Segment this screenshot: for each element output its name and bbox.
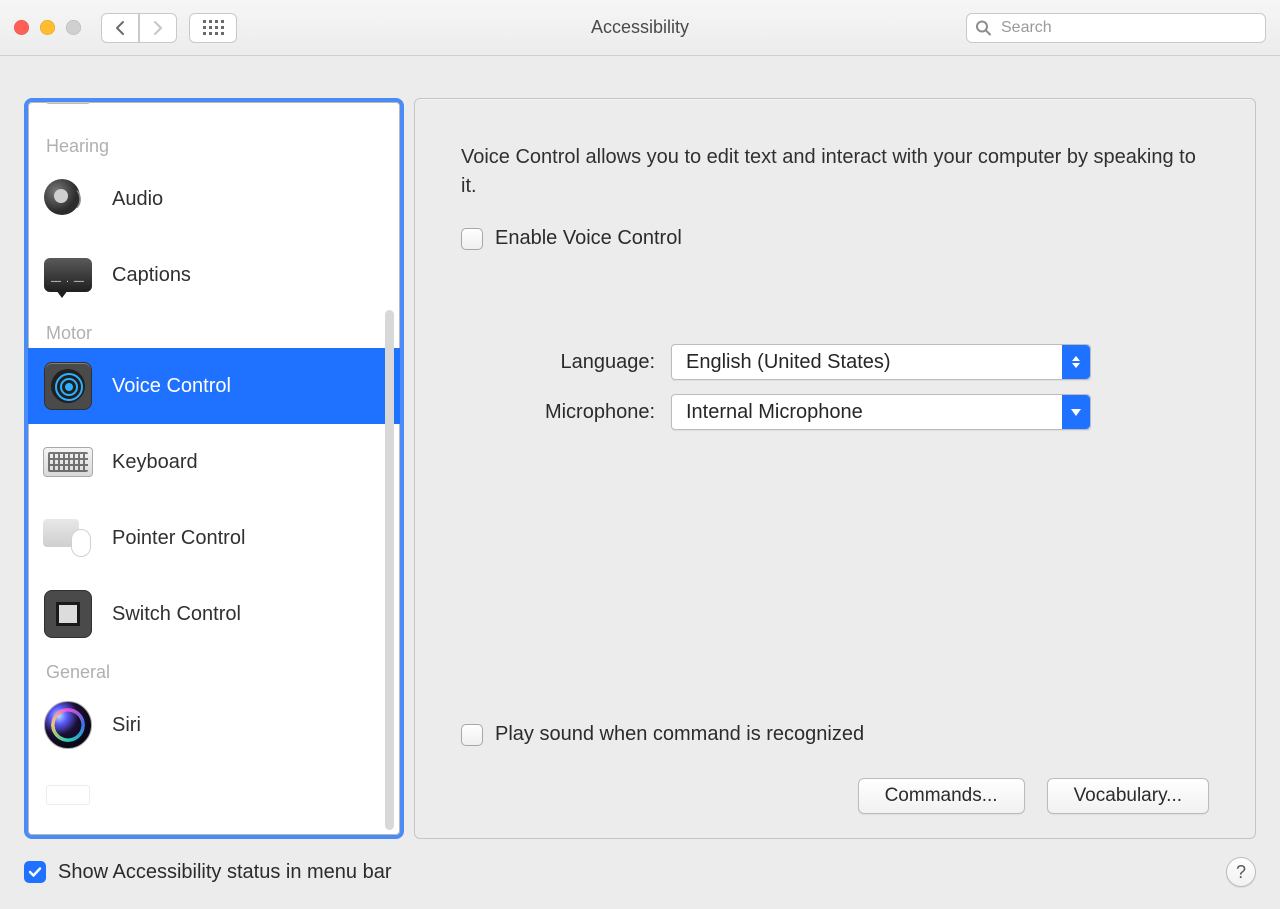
sidebar-item-cutoff[interactable] (28, 102, 400, 126)
sidebar-item-label: Audio (112, 188, 163, 211)
play-sound-row: Play sound when command is recognized (461, 723, 1209, 746)
detail-panel: Voice Control allows you to edit text an… (414, 98, 1256, 839)
sidebar-item-label: Voice Control (112, 375, 231, 398)
sidebar-item-switch-control[interactable]: Switch Control (28, 576, 400, 652)
microphone-label: Microphone: (461, 401, 671, 424)
show-in-menu-bar-checkbox[interactable] (24, 861, 46, 883)
close-window-icon[interactable] (14, 20, 29, 35)
minimize-window-icon[interactable] (40, 20, 55, 35)
sidebar-section-hearing: Hearing (28, 126, 400, 161)
siri-icon (42, 699, 94, 751)
vocabulary-button[interactable]: Vocabulary... (1047, 778, 1209, 814)
switch-control-icon (42, 588, 94, 640)
sidebar: Hearing ) Audio Captions Motor Voice Con… (24, 98, 404, 839)
chevron-right-icon (152, 20, 164, 36)
play-sound-checkbox[interactable] (461, 724, 483, 746)
show-all-button[interactable] (189, 13, 237, 43)
grid-icon (203, 20, 224, 35)
sidebar-item-label: Siri (112, 714, 141, 737)
help-button[interactable]: ? (1226, 857, 1256, 887)
sidebar-item-captions[interactable]: Captions (28, 237, 400, 313)
updown-arrows-icon (1062, 345, 1090, 379)
search-icon (975, 19, 992, 36)
nav-buttons (101, 13, 177, 43)
audio-icon: ) (42, 173, 94, 225)
keyboard-icon (42, 436, 94, 488)
sidebar-item-siri[interactable]: Siri (28, 687, 400, 763)
language-row: Language: English (United States) (461, 344, 1209, 380)
sidebar-section-motor: Motor (28, 313, 400, 348)
sidebar-scroll[interactable]: Hearing ) Audio Captions Motor Voice Con… (28, 102, 400, 835)
footer: Show Accessibility status in menu bar ? (0, 857, 1280, 909)
sidebar-item-label: Switch Control (112, 603, 241, 626)
enable-voice-control-label: Enable Voice Control (495, 227, 682, 250)
forward-button[interactable] (139, 13, 177, 43)
form-area: Language: English (United States) Microp… (461, 330, 1209, 430)
enable-voice-control-checkbox[interactable] (461, 228, 483, 250)
back-button[interactable] (101, 13, 139, 43)
pointer-control-icon (42, 512, 94, 564)
captions-icon (42, 249, 94, 301)
scrollbar[interactable] (385, 310, 394, 830)
sidebar-item-pointer-control[interactable]: Pointer Control (28, 500, 400, 576)
language-select[interactable]: English (United States) (671, 344, 1091, 380)
language-label: Language: (461, 351, 671, 374)
sidebar-item-cutoff-bottom[interactable] (28, 763, 400, 821)
body: Hearing ) Audio Captions Motor Voice Con… (0, 56, 1280, 857)
commands-button[interactable]: Commands... (858, 778, 1025, 814)
microphone-value: Internal Microphone (686, 401, 863, 424)
microphone-select[interactable]: Internal Microphone (671, 394, 1091, 430)
bottom-area: Play sound when command is recognized Co… (461, 723, 1209, 814)
toolbar: Accessibility (0, 0, 1280, 56)
button-row: Commands... Vocabulary... (461, 778, 1209, 814)
help-icon: ? (1236, 862, 1246, 883)
sidebar-item-label: Pointer Control (112, 527, 245, 550)
sidebar-item-audio[interactable]: ) Audio (28, 161, 400, 237)
sidebar-item-label: Captions (112, 264, 191, 287)
window-controls (14, 20, 81, 35)
enable-voice-control-row: Enable Voice Control (461, 227, 1209, 250)
chevron-left-icon (114, 20, 126, 36)
play-sound-label: Play sound when command is recognized (495, 723, 864, 746)
sidebar-section-general: General (28, 652, 400, 687)
language-value: English (United States) (686, 351, 891, 374)
sidebar-item-keyboard[interactable]: Keyboard (28, 424, 400, 500)
search-field-wrap (966, 13, 1266, 43)
voice-control-icon (42, 360, 94, 412)
dropdown-arrow-icon (1062, 395, 1090, 429)
sidebar-item-label: Keyboard (112, 451, 198, 474)
sidebar-item-voice-control[interactable]: Voice Control (28, 348, 400, 424)
panel-description: Voice Control allows you to edit text an… (461, 143, 1209, 201)
zoom-window-icon[interactable] (66, 20, 81, 35)
preferences-window: Accessibility Hearing ) Audio (0, 0, 1280, 909)
show-in-menu-bar-label: Show Accessibility status in menu bar (58, 861, 392, 884)
search-input[interactable] (966, 13, 1266, 43)
microphone-row: Microphone: Internal Microphone (461, 394, 1209, 430)
